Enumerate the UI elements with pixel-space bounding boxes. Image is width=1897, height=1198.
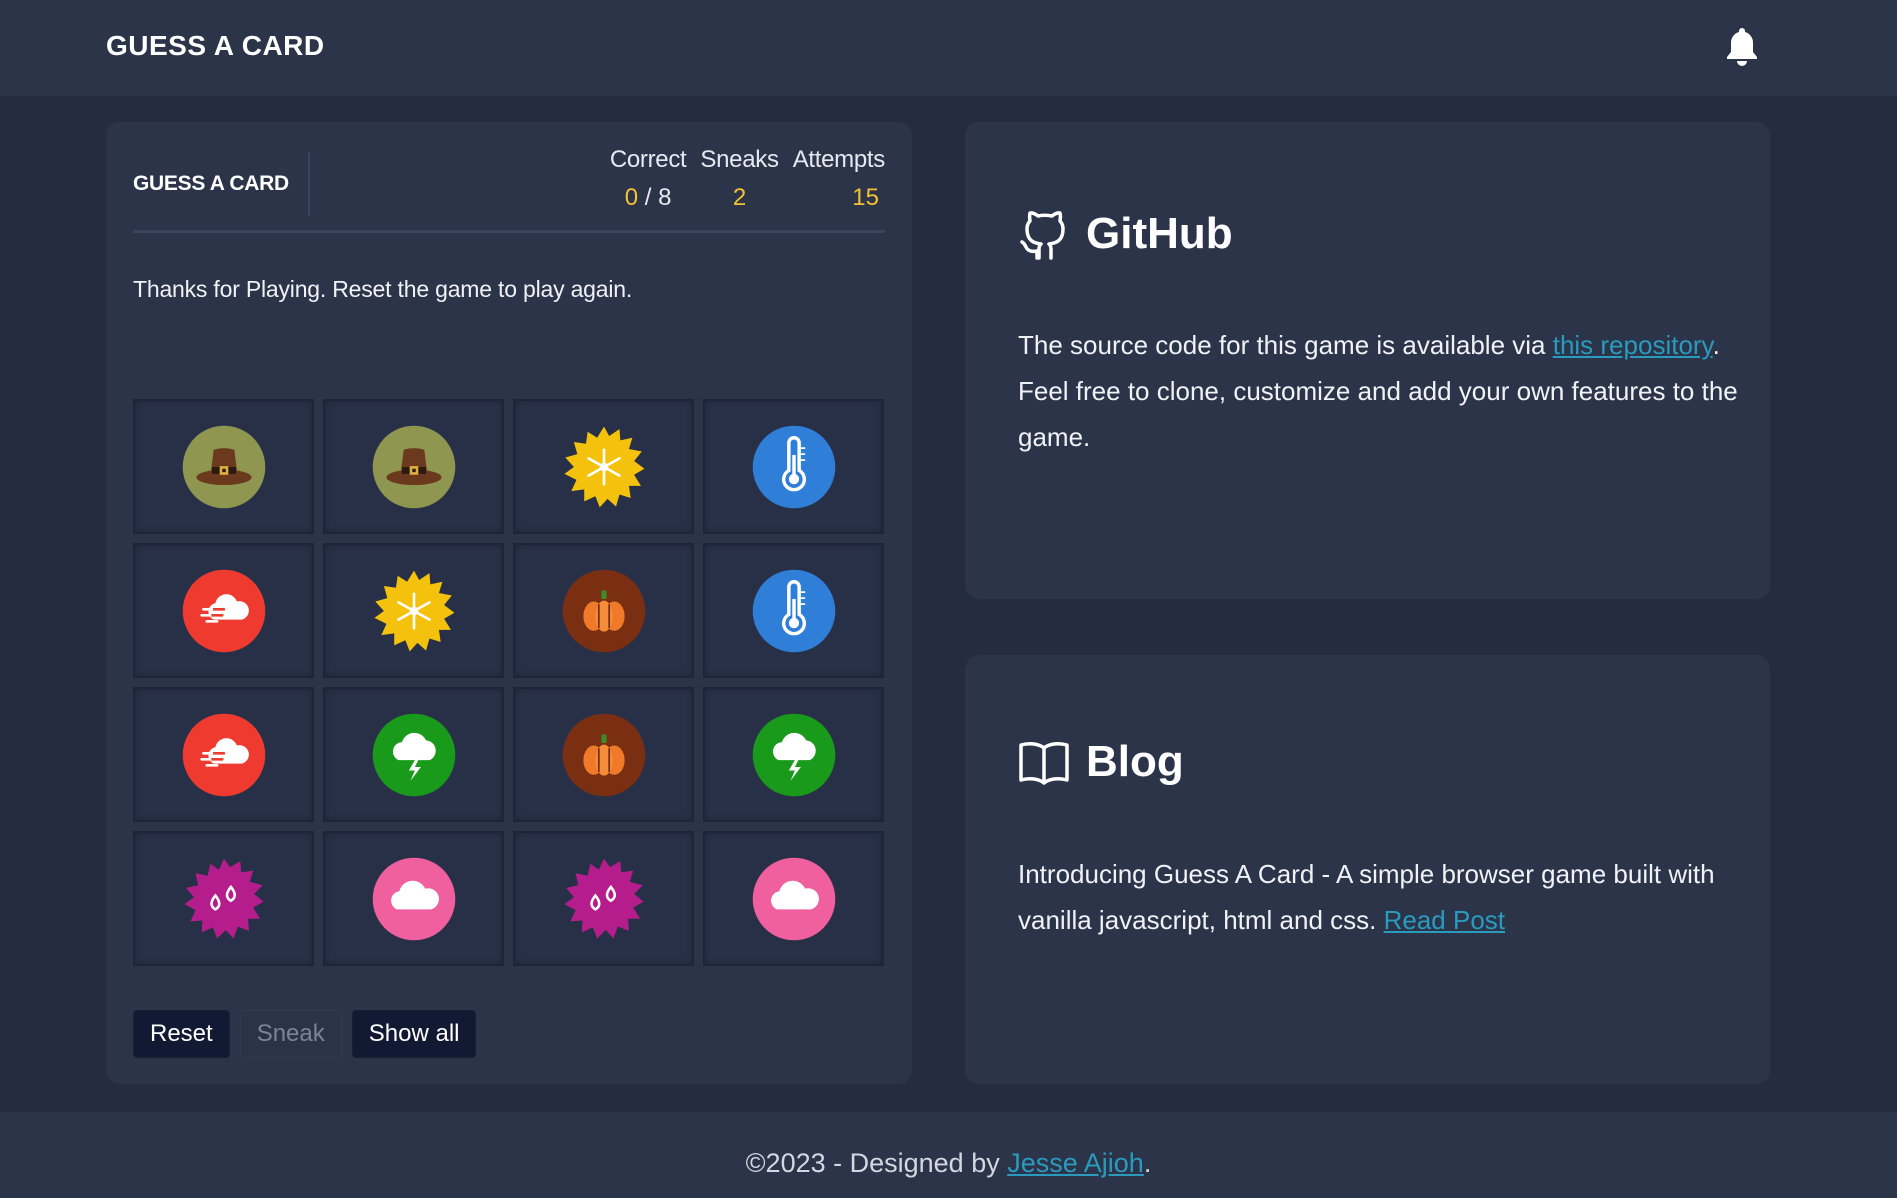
book-icon [1019,742,1069,785]
reset-button[interactable]: Reset [133,1010,230,1058]
correct-separator: / [638,184,659,211]
show-all-button[interactable]: Show all [351,1010,477,1058]
game-controls: Reset Sneak Show all [133,1010,477,1058]
blog-panel: Blog Introducing Guess A Card - A simple… [965,655,1770,1084]
card-tile[interactable] [513,543,694,678]
stat-correct: Correct 0 / 8 [610,146,687,212]
storm-cloud-icon [751,712,837,798]
blog-heading: Blog [1086,737,1184,786]
github-heading: GitHub [1086,209,1233,258]
cloud-icon [371,856,457,942]
footer-credit: ©2023 - Designed by Jesse Ajioh. [0,1148,1897,1179]
author-link[interactable]: Jesse Ajioh [1007,1148,1144,1178]
card-tile[interactable] [513,399,694,534]
raindrops-icon [561,856,647,942]
thermometer-icon [751,568,837,654]
repository-link[interactable]: this repository [1553,330,1713,360]
sneak-button[interactable]: Sneak [239,1010,342,1058]
thermometer-icon [751,424,837,510]
card-tile[interactable] [323,831,504,966]
scoreboard: Correct 0 / 8 Sneaks 2 Attempts 15 [610,146,885,212]
card-tile[interactable] [323,399,504,534]
correct-total: 8 [658,184,672,211]
wind-cloud-icon [181,712,267,798]
card-tile[interactable] [703,831,884,966]
footer: ©2023 - Designed by Jesse Ajioh. [0,1112,1897,1198]
header-divider [308,152,310,216]
blog-header: Blog [1018,737,1184,787]
blog-description: Introducing Guess A Card - A simple brow… [1018,851,1738,943]
card-tile[interactable] [703,399,884,534]
correct-count: 0 [624,184,639,211]
pilgrim-hat-icon [371,424,457,510]
wind-cloud-icon [181,568,267,654]
pilgrim-hat-icon [181,424,267,510]
bell-icon[interactable] [1722,24,1762,68]
stat-sneaks-value: 2 [732,184,747,211]
card-tile[interactable] [703,543,884,678]
stat-correct-value: 0 / 8 [610,184,687,212]
pumpkin-icon [561,568,647,654]
game-title: GUESS A CARD [133,172,289,195]
card-tile[interactable] [133,687,314,822]
game-message: Thanks for Playing. Reset the game to pl… [133,276,633,302]
card-tile[interactable] [133,399,314,534]
footer-text-before: ©2023 - Designed by [745,1148,1008,1178]
github-icon [1020,211,1065,260]
stat-sneaks-label: Sneaks [700,146,779,173]
read-post-link[interactable]: Read Post [1384,905,1505,935]
card-grid [133,399,884,966]
raindrops-icon [181,856,267,942]
card-tile[interactable] [133,831,314,966]
github-header: GitHub [1018,206,1233,262]
card-tile[interactable] [513,687,694,822]
stat-attempts-label: Attempts [792,146,886,173]
card-tile[interactable] [513,831,694,966]
github-description: The source code for this game is availab… [1018,322,1738,460]
stat-attempts: Attempts 15 [792,146,886,212]
storm-cloud-icon [371,712,457,798]
stat-sneaks: Sneaks 2 [700,146,779,212]
card-tile[interactable] [133,543,314,678]
pumpkin-icon [561,712,647,798]
brand-logo[interactable]: GUESS A CARD [106,30,325,62]
stat-attempts-value: 15 [852,184,879,211]
card-tile[interactable] [703,687,884,822]
github-panel: GitHub The source code for this game is … [965,122,1770,599]
card-tile[interactable] [323,543,504,678]
snowflake-icon [561,424,647,510]
snowflake-icon [371,568,457,654]
stat-correct-label: Correct [609,146,687,173]
game-panel: GUESS A CARD Correct 0 / 8 Sneaks 2 Atte… [106,122,912,1084]
github-text-before: The source code for this game is availab… [1018,330,1553,360]
header-rule [133,230,885,233]
card-tile[interactable] [323,687,504,822]
top-navbar: GUESS A CARD [0,0,1897,96]
blog-text: Introducing Guess A Card - A simple brow… [1018,859,1715,935]
footer-text-after: . [1143,1148,1152,1178]
cloud-icon [751,856,837,942]
